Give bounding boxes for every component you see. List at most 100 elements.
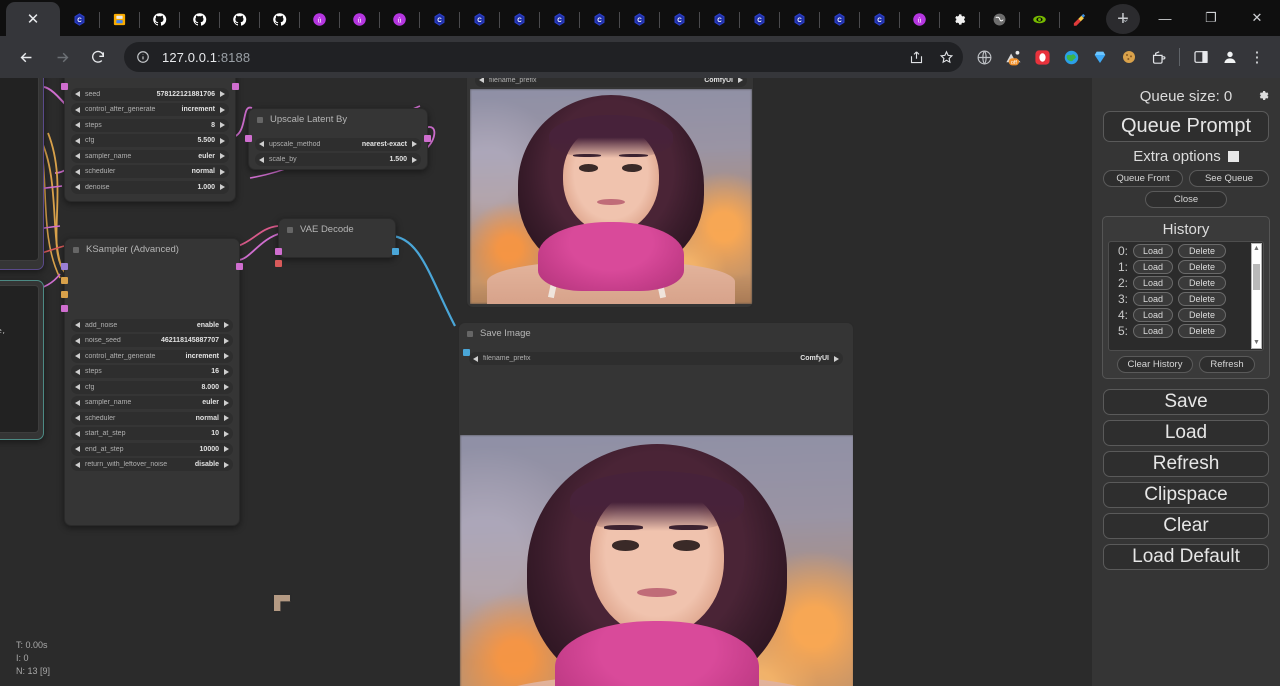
widget-right-arrow-icon[interactable]	[224, 322, 229, 328]
widget-right-arrow-icon[interactable]	[412, 157, 417, 163]
browser-tab-comfyui-icon[interactable]: C	[740, 4, 780, 36]
widget-control_after_generate[interactable]: control_after_generate increment	[71, 350, 233, 363]
history-load-button[interactable]: Load	[1133, 276, 1173, 290]
queue-front-button[interactable]: Queue Front	[1103, 170, 1183, 187]
widget-right-arrow-icon[interactable]	[220, 153, 225, 159]
see-queue-button[interactable]: See Queue	[1189, 170, 1269, 187]
widget-right-arrow-icon[interactable]	[220, 107, 225, 113]
widget-upscale_method[interactable]: upscale_method nearest-exact	[255, 138, 421, 151]
node-output-latent-port[interactable]	[236, 263, 243, 270]
browser-tab-gear-icon[interactable]	[940, 4, 980, 36]
menu-button-clear[interactable]: Clear	[1103, 513, 1269, 539]
scroll-down-arrow-icon[interactable]: ▼	[1252, 338, 1261, 348]
widget-control_after_generate[interactable]: control_after_generate increment	[71, 103, 229, 116]
browser-tab-u-purple-icon[interactable]: û	[380, 4, 420, 36]
browser-tab-nvidia-icon[interactable]	[1020, 4, 1060, 36]
menu-button-refresh[interactable]: Refresh	[1103, 451, 1269, 477]
reload-icon[interactable]	[83, 42, 113, 72]
close-queue-button[interactable]: Close	[1145, 191, 1227, 208]
node-collapse-icon[interactable]	[287, 227, 293, 233]
node-positive-prompt[interactable]: smiling ella, , soft , RAW, urred h the …	[0, 78, 44, 270]
widget-left-arrow-icon[interactable]	[75, 138, 80, 144]
save-image-thumbnail[interactable]	[460, 435, 854, 686]
widget-left-arrow-icon[interactable]	[75, 107, 80, 113]
widget-right-arrow-icon[interactable]	[224, 431, 229, 437]
widget-left-arrow-icon[interactable]	[75, 353, 80, 359]
comfyui-canvas[interactable]: smiling ella, , soft , RAW, urred h the …	[0, 78, 1280, 686]
browser-tab-comfyui-icon[interactable]: C	[860, 4, 900, 36]
save-filename-prefix-widget[interactable]: filename_prefix ComfyUI	[469, 352, 843, 365]
history-delete-button[interactable]: Delete	[1178, 324, 1226, 338]
browser-tab-comfyui-icon[interactable]: C	[420, 4, 460, 36]
widget-left-arrow-icon[interactable]	[473, 356, 478, 362]
widget-add_noise[interactable]: add_noise enable	[71, 319, 233, 332]
positive-prompt-textarea[interactable]: smiling ella, , soft , RAW, urred h the …	[0, 78, 39, 261]
history-scrollbar[interactable]: ▲ ▼	[1251, 243, 1262, 349]
browser-tab-u-purple-icon[interactable]: û	[900, 4, 940, 36]
forward-arrow-icon[interactable]	[47, 42, 77, 72]
browser-tab-globe-dark-icon[interactable]	[980, 4, 1020, 36]
maximize-button[interactable]: ❐	[1188, 0, 1234, 36]
widget-left-arrow-icon[interactable]	[75, 384, 80, 390]
browser-tab-active[interactable]: ✕	[6, 2, 60, 36]
browser-tab-paint-icon[interactable]	[1060, 4, 1100, 36]
widget-cfg[interactable]: cfg 8.000	[71, 381, 233, 394]
history-delete-button[interactable]: Delete	[1178, 260, 1226, 274]
node-title-bar[interactable]: Save Image	[459, 323, 853, 344]
browser-tab-comfyui-icon[interactable]: C	[780, 4, 820, 36]
widget-noise_seed[interactable]: noise_seed 462118145887707	[71, 334, 233, 347]
node-ksampler[interactable]: seed 578122121881706 control_after_gener…	[64, 78, 236, 202]
history-load-button[interactable]: Load	[1133, 324, 1173, 338]
browser-tab-comfyui-icon[interactable]: C	[580, 4, 620, 36]
widget-scheduler[interactable]: scheduler normal	[71, 412, 233, 425]
widget-right-arrow-icon[interactable]	[220, 91, 225, 97]
browser-tab-u-purple-icon[interactable]: û	[300, 4, 340, 36]
widget-right-arrow-icon[interactable]	[224, 415, 229, 421]
history-delete-button[interactable]: Delete	[1178, 244, 1226, 258]
node-title-bar[interactable]: VAE Decode	[279, 219, 395, 240]
share-icon[interactable]	[905, 46, 927, 68]
widget-left-arrow-icon[interactable]	[75, 338, 80, 344]
widget-left-arrow-icon[interactable]	[75, 184, 80, 190]
widget-left-arrow-icon[interactable]	[75, 91, 80, 97]
close-icon[interactable]: ✕	[27, 12, 40, 27]
widget-right-arrow-icon[interactable]	[220, 138, 225, 144]
widget-cfg[interactable]: cfg 5.500	[71, 134, 229, 147]
pot-icon[interactable]	[1145, 44, 1171, 70]
widget-right-arrow-icon[interactable]	[224, 338, 229, 344]
widget-right-arrow-icon[interactable]	[224, 369, 229, 375]
preview-filename-prefix-widget[interactable]: filename_prefix ComfyUI	[475, 78, 747, 87]
diamond-icon[interactable]	[1087, 44, 1113, 70]
node-input-negative-port[interactable]	[61, 291, 68, 298]
browser-tab-u-purple-icon[interactable]: û	[340, 4, 380, 36]
clear-history-button[interactable]: Clear History	[1117, 356, 1193, 373]
extra-options-row[interactable]: Extra options	[1133, 148, 1239, 165]
node-output-port[interactable]	[232, 83, 239, 90]
menu-button-load-default[interactable]: Load Default	[1103, 544, 1269, 570]
history-delete-button[interactable]: Delete	[1178, 292, 1226, 306]
widget-right-arrow-icon[interactable]	[224, 446, 229, 452]
widget-right-arrow-icon[interactable]	[224, 353, 229, 359]
browser-tab-github-icon[interactable]	[260, 4, 300, 36]
browser-tab-comfyui-icon[interactable]: C	[460, 4, 500, 36]
history-delete-button[interactable]: Delete	[1178, 276, 1226, 290]
node-collapse-icon[interactable]	[73, 247, 79, 253]
browser-tab-github-icon[interactable]	[180, 4, 220, 36]
widget-left-arrow-icon[interactable]	[75, 431, 80, 437]
widget-left-arrow-icon[interactable]	[75, 415, 80, 421]
node-input-port[interactable]	[275, 248, 282, 255]
browser-tab-comfyui-icon[interactable]: C	[60, 4, 100, 36]
window-close-button[interactable]: ✕	[1234, 0, 1280, 36]
menu-button-load[interactable]: Load	[1103, 420, 1269, 446]
earth-blue-icon[interactable]	[1058, 44, 1084, 70]
widget-sampler_name[interactable]: sampler_name euler	[71, 396, 233, 409]
node-collapse-icon[interactable]	[257, 117, 263, 123]
widget-left-arrow-icon[interactable]	[75, 400, 80, 406]
widget-left-arrow-icon[interactable]	[75, 369, 80, 375]
menu-button-clipspace[interactable]: Clipspace	[1103, 482, 1269, 508]
bookmark-star-icon[interactable]	[935, 46, 957, 68]
history-load-button[interactable]: Load	[1133, 244, 1173, 258]
widget-denoise[interactable]: denoise 1.000	[71, 181, 229, 194]
node-input-latent-port[interactable]	[61, 305, 68, 312]
extra-options-checkbox[interactable]	[1228, 151, 1239, 162]
